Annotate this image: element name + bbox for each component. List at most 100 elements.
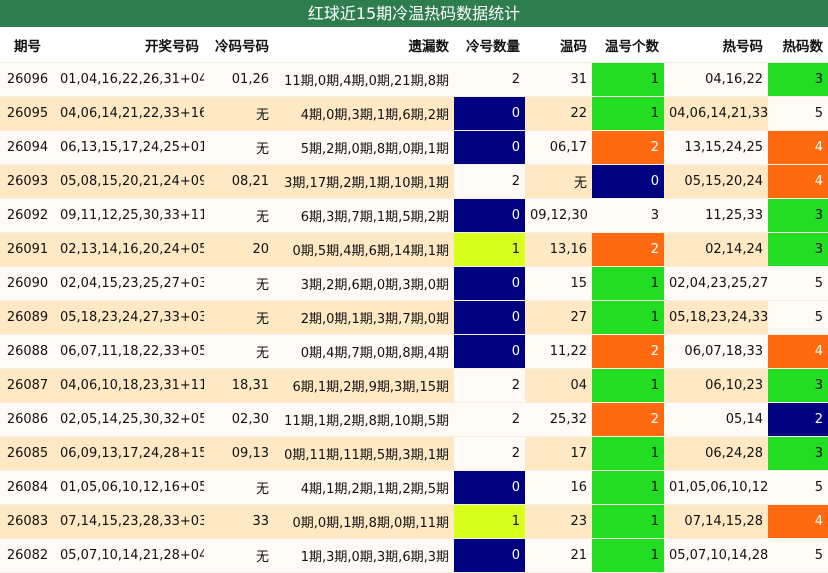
cell-cold-count: 0 — [454, 96, 525, 131]
cell-draw: 05,08,15,20,21,24+09 — [55, 164, 204, 199]
cell-hot-count: 3 — [768, 198, 828, 233]
cell-draw: 07,14,15,23,28,33+03 — [55, 504, 204, 539]
cell-cold-count: 0 — [454, 300, 525, 335]
cell-warm: 06,17 — [525, 130, 592, 165]
cell-hot-count: 5 — [768, 266, 828, 301]
table-row: 26086 02,05,14,25,30,32+05 02,30 11期,1期,2期,… — [0, 402, 828, 437]
cell-draw: 06,13,15,17,24,25+01 — [55, 130, 204, 165]
cell-issue: 26085 — [0, 436, 55, 471]
cell-draw: 06,07,11,18,22,33+05 — [55, 334, 204, 369]
cell-miss: 4期,0期,3期,1期,6期,2期 — [274, 96, 454, 131]
cell-warm-count: 1 — [592, 62, 664, 97]
cell-warm: 25,32 — [525, 402, 592, 437]
cell-cold-count: 0 — [454, 198, 525, 233]
cell-cold-count: 1 — [454, 232, 525, 267]
cell-warm-count: 1 — [592, 470, 664, 505]
cell-issue: 26090 — [0, 266, 55, 301]
cell-draw: 05,07,10,14,21,28+04 — [55, 538, 204, 573]
cell-cold: 无 — [204, 538, 274, 573]
cell-warm-count: 2 — [592, 334, 664, 369]
cell-draw: 09,11,12,25,30,33+11 — [55, 198, 204, 233]
table-row: 26088 06,07,11,18,22,33+05 无 0期,4期,7期,0期,8期… — [0, 334, 828, 369]
table-row: 26089 05,18,23,24,27,33+03 无 2期,0期,1期,3期,7期… — [0, 300, 828, 335]
cell-cold-count: 0 — [454, 266, 525, 301]
cell-cold: 无 — [204, 130, 274, 165]
table-row: 26093 05,08,15,20,21,24+09 08,21 3期,17期,2期,… — [0, 164, 828, 199]
table-title: 红球近15期冷温热码数据统计 — [0, 0, 828, 28]
cell-issue: 26093 — [0, 164, 55, 199]
cell-warm: 23 — [525, 504, 592, 539]
cell-cold: 09,13 — [204, 436, 274, 471]
cell-miss: 2期,0期,1期,3期,7期,0期 — [274, 300, 454, 335]
header-cold: 冷码号码 — [204, 28, 274, 63]
cell-hot: 05,15,20,24 — [664, 164, 768, 199]
cell-draw: 05,18,23,24,27,33+03 — [55, 300, 204, 335]
cell-hot-count: 3 — [768, 436, 828, 471]
cell-cold-count: 0 — [454, 538, 525, 573]
cell-miss: 3期,2期,6期,0期,3期,0期 — [274, 266, 454, 301]
header-hot: 热号码 — [664, 28, 768, 63]
cell-cold: 01,26 — [204, 62, 274, 97]
cell-miss: 0期,5期,4期,6期,14期,1期 — [274, 232, 454, 267]
table-row: 26087 04,06,10,18,23,31+11 18,31 6期,1期,2期,9… — [0, 368, 828, 403]
cell-miss: 0期,11期,11期,5期,3期,1期 — [274, 436, 454, 471]
cell-warm: 16 — [525, 470, 592, 505]
header-draw: 开奖号码 — [55, 28, 204, 63]
cell-cold: 02,30 — [204, 402, 274, 437]
cell-cold-count: 2 — [454, 62, 525, 97]
header-miss: 遗漏数 — [274, 28, 454, 63]
cell-warm: 09,12,30 — [525, 198, 592, 233]
cell-hot-count: 4 — [768, 504, 828, 539]
table-row: 26083 07,14,15,23,28,33+03 33 0期,0期,1期,8期,0… — [0, 504, 828, 539]
cell-issue: 26087 — [0, 368, 55, 403]
cell-issue: 26094 — [0, 130, 55, 165]
cell-issue: 26084 — [0, 470, 55, 505]
header-row: 期号 开奖号码 冷码号码 遗漏数 冷号数量 温码 温号个数 热号码 热码数 — [0, 28, 828, 63]
cell-hot-count: 4 — [768, 164, 828, 199]
cell-warm: 11,22 — [525, 334, 592, 369]
cell-warm: 27 — [525, 300, 592, 335]
cell-warm-count: 2 — [592, 232, 664, 267]
cell-issue: 26092 — [0, 198, 55, 233]
cell-hot: 06,07,18,33 — [664, 334, 768, 369]
cell-hot: 01,05,06,10,12 — [664, 470, 768, 505]
cell-warm: 13,16 — [525, 232, 592, 267]
cell-draw: 02,05,14,25,30,32+05 — [55, 402, 204, 437]
cell-warm: 17 — [525, 436, 592, 471]
cell-warm: 无 — [525, 164, 592, 199]
table-row: 26082 05,07,10,14,21,28+04 无 1期,3期,0期,3期,6期… — [0, 538, 828, 573]
cell-hot: 04,16,22 — [664, 62, 768, 97]
cell-hot: 02,04,23,25,27 — [664, 266, 768, 301]
cell-warm-count: 1 — [592, 266, 664, 301]
cell-miss: 11期,1期,2期,8期,10期,5期 — [274, 402, 454, 437]
cell-warm-count: 2 — [592, 130, 664, 165]
cell-miss: 0期,4期,7期,0期,8期,4期 — [274, 334, 454, 369]
cell-hot-count: 5 — [768, 538, 828, 573]
stats-table: 期号 开奖号码 冷码号码 遗漏数 冷号数量 温码 温号个数 热号码 热码数 26… — [0, 28, 828, 573]
cell-hot-count: 5 — [768, 470, 828, 505]
cell-cold-count: 0 — [454, 334, 525, 369]
cell-hot-count: 5 — [768, 96, 828, 131]
cell-miss: 6期,1期,2期,9期,3期,15期 — [274, 368, 454, 403]
cell-warm: 22 — [525, 96, 592, 131]
cell-hot: 05,07,10,14,28 — [664, 538, 768, 573]
cell-draw: 06,09,13,17,24,28+15 — [55, 436, 204, 471]
cell-miss: 0期,0期,1期,8期,0期,11期 — [274, 504, 454, 539]
cell-issue: 26095 — [0, 96, 55, 131]
cell-warm-count: 1 — [592, 436, 664, 471]
cell-cold: 无 — [204, 300, 274, 335]
cell-hot-count: 2 — [768, 402, 828, 437]
cell-warm-count: 1 — [592, 504, 664, 539]
cell-hot-count: 3 — [768, 368, 828, 403]
cell-miss: 4期,1期,2期,1期,2期,5期 — [274, 470, 454, 505]
header-hot-count: 热码数 — [768, 28, 828, 63]
cell-warm: 15 — [525, 266, 592, 301]
table-row: 26085 06,09,13,17,24,28+15 09,13 0期,11期,11期… — [0, 436, 828, 471]
cell-warm-count: 2 — [592, 402, 664, 437]
cell-draw: 02,04,15,23,25,27+03 — [55, 266, 204, 301]
cell-hot: 13,15,24,25 — [664, 130, 768, 165]
cell-cold-count: 2 — [454, 368, 525, 403]
cell-miss: 11期,0期,4期,0期,21期,8期 — [274, 62, 454, 97]
cell-warm-count: 1 — [592, 300, 664, 335]
table-row: 26092 09,11,12,25,30,33+11 无 6期,3期,7期,1期,5期… — [0, 198, 828, 233]
